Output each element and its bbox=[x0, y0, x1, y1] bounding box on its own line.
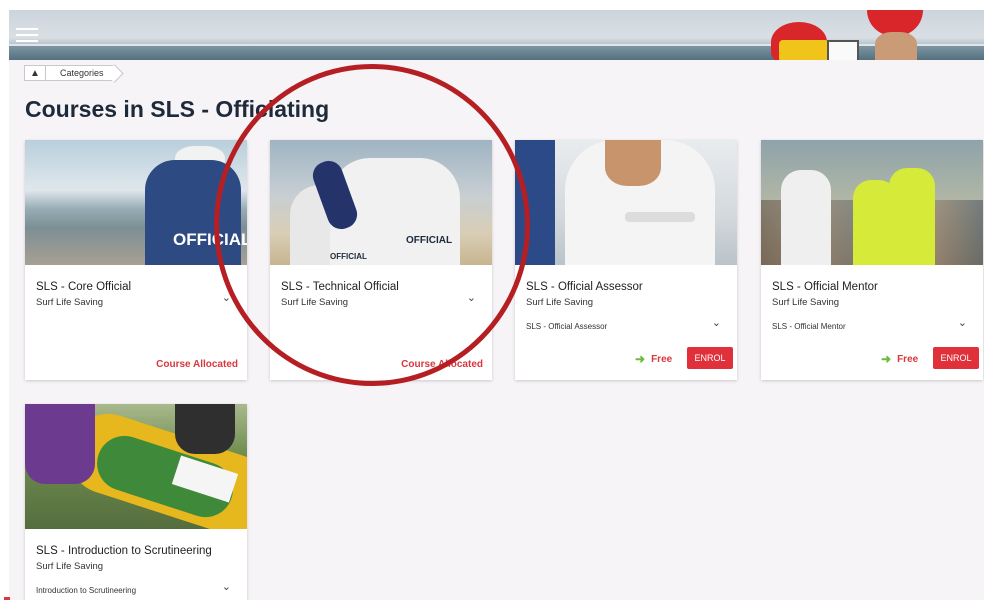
course-image: OFFICIAL bbox=[25, 140, 247, 265]
enrol-button[interactable]: ENROL bbox=[687, 347, 733, 369]
course-organisation: Surf Life Saving bbox=[281, 297, 349, 308]
breadcrumb: ▲ Categories bbox=[24, 65, 115, 81]
course-subtitle: SLS - Official Assessor bbox=[526, 322, 608, 331]
course-status: Course Allocated bbox=[156, 359, 238, 370]
page-title: Courses in SLS - Officiating bbox=[25, 96, 330, 122]
course-card[interactable]: SLS - Official Assessor Surf Life Saving… bbox=[515, 140, 737, 380]
course-image bbox=[515, 140, 737, 265]
chevron-down-icon[interactable]: ⌄ bbox=[222, 291, 231, 304]
course-status: Course Allocated bbox=[401, 359, 483, 370]
home-icon[interactable]: ▲ bbox=[24, 65, 46, 81]
chevron-down-icon[interactable]: ⌄ bbox=[222, 580, 231, 593]
course-title[interactable]: SLS - Technical Official bbox=[281, 281, 399, 293]
chevron-down-icon[interactable]: ⌄ bbox=[712, 316, 721, 329]
course-image: OFFICIAL OFFICIAL bbox=[270, 140, 492, 265]
course-title[interactable]: SLS - Official Assessor bbox=[526, 281, 643, 293]
course-card[interactable]: SLS - Official Mentor Surf Life Saving S… bbox=[761, 140, 983, 380]
course-title[interactable]: SLS - Core Official bbox=[36, 281, 131, 293]
course-image bbox=[761, 140, 983, 265]
course-title[interactable]: SLS - Introduction to Scrutineering bbox=[36, 545, 212, 557]
course-organisation: Surf Life Saving bbox=[526, 297, 594, 308]
chevron-down-icon[interactable]: ⌄ bbox=[958, 316, 967, 329]
course-card[interactable]: SLS - Introduction to Scrutineering Surf… bbox=[25, 404, 247, 600]
course-subtitle: Introduction to Scrutineering bbox=[36, 586, 137, 595]
chevron-down-icon[interactable]: ⌄ bbox=[467, 291, 476, 304]
arrow-right-icon: ➜ bbox=[881, 352, 892, 366]
course-card[interactable]: OFFICIAL OFFICIAL SLS - Technical Offici… bbox=[270, 140, 492, 380]
breadcrumb-item-categories[interactable]: Categories bbox=[46, 65, 115, 81]
main-content: ▲ Categories Courses in SLS - Officiatin… bbox=[9, 60, 984, 600]
hamburger-menu-icon[interactable] bbox=[16, 28, 38, 42]
course-price: ➜ Free bbox=[881, 352, 919, 366]
course-price: ➜ Free bbox=[635, 352, 673, 366]
course-organisation: Surf Life Saving bbox=[772, 297, 840, 308]
course-image bbox=[25, 404, 247, 529]
course-organisation: Surf Life Saving bbox=[36, 297, 104, 308]
enrol-button[interactable]: ENROL bbox=[933, 347, 979, 369]
arrow-right-icon: ➜ bbox=[635, 352, 646, 366]
course-title[interactable]: SLS - Official Mentor bbox=[772, 281, 878, 293]
course-organisation: Surf Life Saving bbox=[36, 561, 104, 572]
header-banner bbox=[9, 10, 984, 60]
course-card[interactable]: OFFICIAL SLS - Core Official Surf Life S… bbox=[25, 140, 247, 380]
course-subtitle: SLS - Official Mentor bbox=[772, 322, 846, 331]
